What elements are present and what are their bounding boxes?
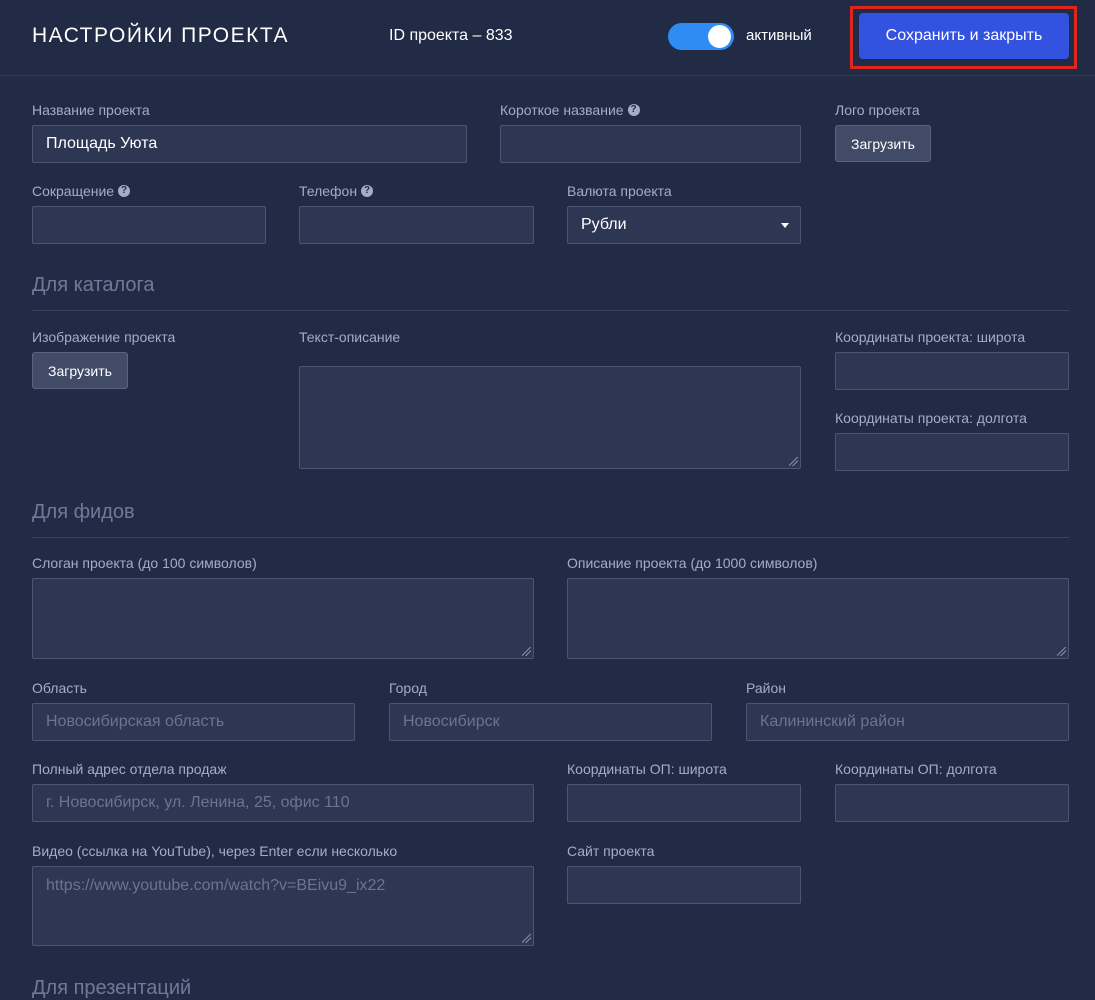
toggle-knob — [708, 25, 731, 48]
short-name-input[interactable] — [500, 125, 801, 163]
feed-description-label: Описание проекта (до 1000 символов) — [567, 555, 818, 571]
logo-label: Лого проекта — [835, 102, 920, 118]
latitude-label: Координаты проекта: широта — [835, 329, 1026, 345]
active-toggle-label: активный — [746, 27, 812, 44]
slogan-textarea[interactable] — [32, 578, 534, 659]
project-id: ID проекта – 833 — [389, 27, 513, 44]
currency-value: Рубли — [581, 216, 627, 233]
project-name-input[interactable]: Площадь Уюта — [32, 125, 467, 163]
op-longitude-label: Координаты ОП: долгота — [835, 761, 997, 777]
resize-grip-icon[interactable] — [789, 457, 798, 466]
district-label: Район — [746, 680, 786, 696]
caret-down-icon — [781, 223, 789, 228]
catalog-section-title: Для каталога — [32, 274, 155, 296]
active-toggle[interactable] — [668, 23, 734, 50]
description-label: Текст-описание — [299, 329, 401, 345]
project-image-label: Изображение проекта — [32, 329, 176, 345]
video-textarea[interactable]: https://www.youtube.com/watch?v=BEivu9_i… — [32, 866, 534, 946]
presentations-section-title: Для презентаций — [32, 977, 192, 999]
help-icon[interactable]: ? — [361, 185, 374, 197]
feed-description-textarea[interactable] — [567, 578, 1069, 659]
description-textarea[interactable] — [299, 366, 801, 469]
feeds-section-title: Для фидов — [32, 501, 135, 523]
slogan-label: Слоган проекта (до 100 символов) — [32, 555, 257, 571]
header: НАСТРОЙКИ ПРОЕКТА ID проекта – 833 актив… — [0, 0, 1095, 76]
page-title: НАСТРОЙКИ ПРОЕКТА — [32, 24, 289, 47]
op-latitude-label: Координаты ОП: широта — [567, 761, 727, 777]
region-input[interactable]: Новосибирская область — [32, 703, 355, 741]
save-and-close-button[interactable]: Сохранить и закрыть — [859, 13, 1069, 59]
address-input[interactable]: г. Новосибирск, ул. Ленина, 25, офис 110 — [32, 784, 534, 822]
logo-upload-button[interactable]: Загрузить — [835, 125, 931, 162]
divider — [32, 310, 1069, 311]
latitude-input[interactable] — [835, 352, 1069, 390]
currency-select[interactable]: Рубли — [567, 206, 801, 244]
region-label: Область — [32, 680, 87, 696]
address-label: Полный адрес отдела продаж — [32, 761, 227, 777]
project-image-upload-button[interactable]: Загрузить — [32, 352, 128, 389]
project-name-label: Название проекта — [32, 102, 150, 118]
op-longitude-input[interactable] — [835, 784, 1069, 822]
video-label: Видео (ссылка на YouTube), через Enter е… — [32, 843, 398, 859]
site-input[interactable] — [567, 866, 801, 904]
city-label: Город — [389, 680, 427, 696]
district-input[interactable]: Калининский район — [746, 703, 1069, 741]
phone-input[interactable] — [299, 206, 534, 244]
divider — [32, 537, 1069, 538]
resize-grip-icon[interactable] — [522, 647, 531, 656]
op-latitude-input[interactable] — [567, 784, 801, 822]
short-name-label: Короткое название? — [500, 102, 640, 118]
help-icon[interactable]: ? — [118, 185, 131, 197]
phone-label: Телефон? — [299, 183, 374, 199]
resize-grip-icon[interactable] — [1057, 647, 1066, 656]
abbreviation-label: Сокращение? — [32, 183, 131, 199]
resize-grip-icon[interactable] — [522, 934, 531, 943]
longitude-input[interactable] — [835, 433, 1069, 471]
site-label: Сайт проекта — [567, 843, 655, 859]
currency-label: Валюта проекта — [567, 183, 672, 199]
longitude-label: Координаты проекта: долгота — [835, 410, 1027, 426]
city-input[interactable]: Новосибирск — [389, 703, 712, 741]
help-icon[interactable]: ? — [627, 104, 640, 116]
abbreviation-input[interactable] — [32, 206, 266, 244]
